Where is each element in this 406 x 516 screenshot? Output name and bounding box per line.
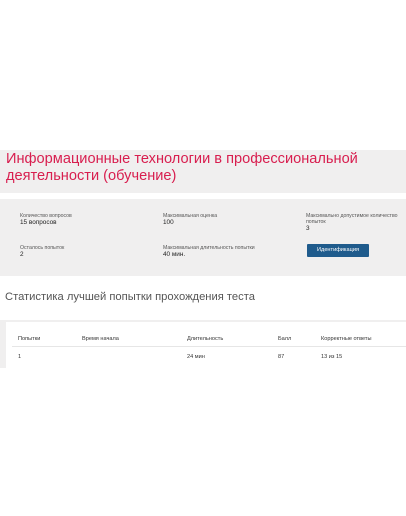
test-info-panel <box>0 199 406 276</box>
column-header-correct-answers: Корректные ответы <box>321 336 372 342</box>
stats-title: Статистика лучшей попытки прохождения те… <box>5 291 255 303</box>
column-header-start-time: Время начала <box>82 336 119 342</box>
max-attempts-value: 3 <box>306 225 310 232</box>
max-score-info: Максимальная оценка 100 <box>163 213 283 226</box>
cell-duration: 24 мин <box>187 354 205 360</box>
column-header-duration: Длительность <box>187 336 224 342</box>
best-attempt-table: Попытки Время начала Длительность Балл К… <box>6 322 406 368</box>
attempts-left-value: 2 <box>20 251 24 258</box>
max-attempts-info: Максимально допустимое количество попыто… <box>306 213 406 232</box>
cell-score: 87 <box>278 354 285 360</box>
course-title: Информационные технологии в профессионал… <box>6 151 358 184</box>
page: Информационные технологии в профессионал… <box>0 0 406 516</box>
column-header-attempts: Попытки <box>18 336 41 342</box>
attempts-left-info: Осталось попыток 2 <box>20 245 130 258</box>
table-header-divider <box>12 346 406 347</box>
question-count-info: Количество вопросов 15 вопросов <box>20 213 130 226</box>
max-score-value: 100 <box>163 219 174 226</box>
column-header-score: Балл <box>278 336 292 342</box>
max-duration-value: 40 мин. <box>163 251 186 258</box>
cell-correct-answers: 13 из 15 <box>321 354 343 360</box>
identification-button[interactable]: Идентификация <box>307 244 369 257</box>
max-duration-info: Максимальная длительность попытки 40 мин… <box>163 245 283 258</box>
cell-attempt-number: 1 <box>18 354 22 360</box>
max-attempts-label: Максимально допустимое количество попыто… <box>306 213 398 225</box>
question-count-value: 15 вопросов <box>20 219 57 226</box>
